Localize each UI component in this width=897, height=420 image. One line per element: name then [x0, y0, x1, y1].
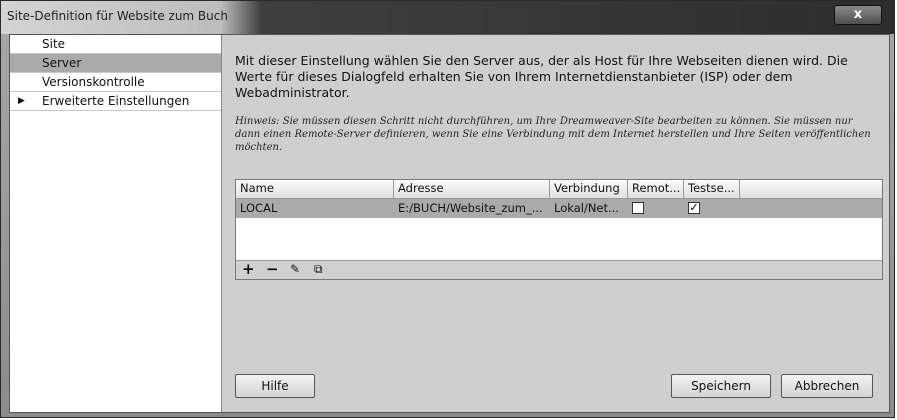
- table-row[interactable]: LOCAL E:/BUCH/Website_zum_... Lokal/Net.…: [236, 199, 882, 218]
- category-sidebar: Site Server Versionskontrolle ▶ Erweiter…: [10, 35, 222, 412]
- title-bar[interactable]: Site-Definition für Website zum Buch x: [1, 1, 894, 34]
- column-header-name[interactable]: Name: [236, 180, 394, 198]
- sidebar-item-versionskontrolle[interactable]: Versionskontrolle: [10, 73, 221, 92]
- panel-description: Mit dieser Einstellung wählen Sie den Se…: [235, 53, 848, 100]
- table-toolbar: + − ✎ ⧉: [236, 260, 882, 279]
- panel-hint: Hinweis: Sie müssen diesen Schritt nicht…: [235, 116, 871, 153]
- sidebar-item-label: Server: [42, 56, 82, 70]
- edit-server-icon[interactable]: ✎: [290, 261, 300, 279]
- close-icon: x: [853, 7, 863, 22]
- server-panel: Mit dieser Einstellung wählen Sie den Se…: [223, 35, 889, 412]
- table-header: Name Adresse Verbindung Remot... Testse.…: [236, 180, 882, 199]
- add-server-icon[interactable]: +: [242, 261, 255, 279]
- sidebar-item-server[interactable]: Server: [10, 54, 221, 73]
- cell-address: E:/BUCH/Website_zum_...: [398, 201, 543, 215]
- remove-server-icon[interactable]: −: [266, 261, 279, 279]
- column-header-testing[interactable]: Testse...: [684, 180, 740, 198]
- remote-checkbox[interactable]: [632, 202, 644, 214]
- cell-connection: Lokal/Net...: [554, 201, 619, 215]
- expand-arrow-icon[interactable]: ▶: [18, 92, 25, 110]
- close-button[interactable]: x: [834, 5, 882, 25]
- window-title: Site-Definition für Website zum Buch: [7, 9, 228, 23]
- sidebar-item-label: Site: [42, 37, 66, 51]
- sidebar-item-site[interactable]: Site: [10, 35, 221, 54]
- server-table: Name Adresse Verbindung Remot... Testse.…: [235, 179, 883, 280]
- testing-checkbox[interactable]: ✓: [688, 202, 700, 214]
- checkmark-icon: ✓: [689, 201, 699, 214]
- duplicate-server-icon[interactable]: ⧉: [314, 261, 323, 279]
- sidebar-item-label: Versionskontrolle: [42, 75, 145, 89]
- column-header-connection[interactable]: Verbindung: [550, 180, 628, 198]
- column-header-remote[interactable]: Remot...: [628, 180, 684, 198]
- help-button[interactable]: Hilfe: [235, 374, 315, 398]
- cell-name: LOCAL: [240, 201, 278, 215]
- dialog-body: Site Server Versionskontrolle ▶ Erweiter…: [9, 34, 890, 413]
- save-button[interactable]: Speichern: [671, 374, 771, 398]
- column-header-address[interactable]: Adresse: [394, 180, 550, 198]
- dialog-window: Site-Definition für Website zum Buch x S…: [0, 0, 895, 418]
- sidebar-item-label: Erweiterte Einstellungen: [42, 94, 190, 108]
- sidebar-item-erweiterte-einstellungen[interactable]: ▶ Erweiterte Einstellungen: [10, 92, 221, 111]
- cancel-button[interactable]: Abbrechen: [781, 374, 873, 398]
